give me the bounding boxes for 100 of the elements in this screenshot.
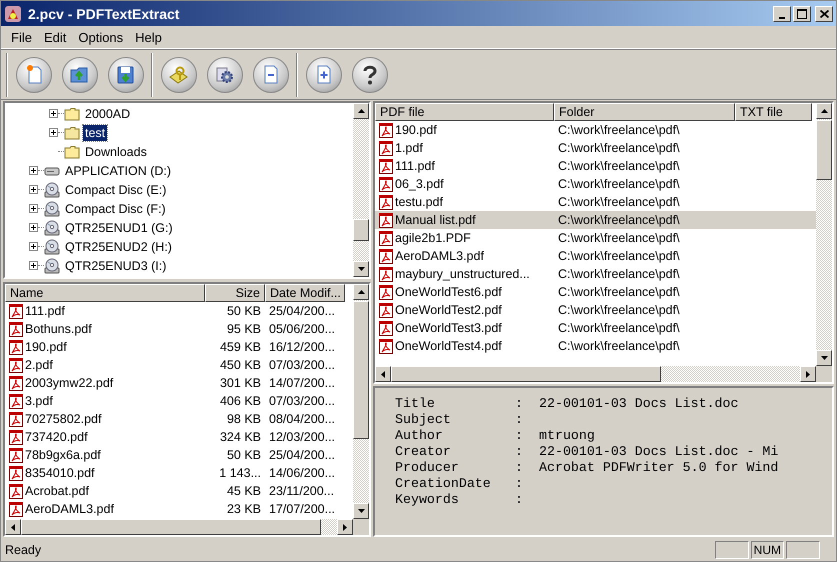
maximize-button[interactable] (793, 6, 811, 22)
open-button[interactable] (62, 56, 98, 92)
right-arrow-icon (806, 370, 810, 378)
expand-icon[interactable] (29, 261, 38, 270)
file-name[interactable]: Bothuns.pdf (25, 322, 92, 336)
column-header[interactable]: Size (205, 284, 265, 302)
file-name[interactable]: AeroDAML3.pdf (25, 502, 114, 516)
horizontal-scrollbar[interactable] (5, 519, 369, 535)
scroll-thumb[interactable] (353, 301, 369, 439)
file-name[interactable]: 190.pdf (25, 340, 67, 354)
pdf-file-icon (8, 393, 24, 409)
column-header[interactable]: Date Modif... (265, 284, 345, 302)
menu-item[interactable]: Options (72, 30, 130, 44)
file-name[interactable]: Acrobat.pdf (25, 484, 89, 498)
pdf-row[interactable]: 190.pdf C:\work\freelance\pdf\ (375, 121, 816, 139)
scroll-thumb[interactable] (391, 366, 661, 382)
scroll-down-button[interactable] (816, 350, 832, 366)
vertical-scrollbar[interactable] (353, 284, 369, 519)
tree-item[interactable]: test (83, 124, 108, 140)
scroll-thumb[interactable] (21, 519, 321, 535)
file-name[interactable]: 737420.pdf (25, 430, 88, 444)
help-button[interactable] (352, 56, 388, 92)
scroll-down-button[interactable] (353, 503, 369, 519)
expand-icon[interactable] (49, 109, 58, 118)
pdf-row[interactable]: AeroDAML3.pdf C:\work\freelance\pdf\ (375, 247, 816, 265)
scroll-thumb[interactable] (353, 219, 369, 241)
pdf-row[interactable]: OneWorldTest2.pdf C:\work\freelance\pdf\ (375, 301, 816, 319)
pdf-file-name: OneWorldTest6.pdf (395, 285, 502, 299)
pdf-row[interactable]: OneWorldTest3.pdf C:\work\freelance\pdf\ (375, 319, 816, 337)
save-button[interactable] (108, 56, 144, 92)
file-name[interactable]: 2003ymw22.pdf (25, 376, 114, 390)
scroll-up-button[interactable] (816, 103, 832, 119)
menu-item[interactable]: Help (129, 30, 168, 44)
colon-separator: : (515, 460, 524, 476)
left-arrow-icon (381, 370, 385, 378)
pdf-row[interactable]: agile2b1.PDF C:\work\freelance\pdf\ (375, 229, 816, 247)
hard-drive-icon (44, 164, 60, 176)
minimize-icon (779, 16, 785, 18)
column-header[interactable]: Name (5, 284, 205, 302)
file-name[interactable]: 78b9gx6a.pdf (25, 448, 101, 462)
expand-icon[interactable] (29, 223, 38, 232)
vertical-scrollbar[interactable] (353, 103, 369, 277)
tree-item[interactable]: QTR25ENUD1 (G:) (63, 220, 175, 236)
tree-item[interactable]: QTR25ENUD2 (H:) (63, 238, 174, 254)
colon-separator: : (515, 444, 524, 460)
menu-item[interactable]: File (5, 30, 38, 44)
pdf-row[interactable]: OneWorldTest4.pdf C:\work\freelance\pdf\ (375, 337, 816, 355)
scroll-left-button[interactable] (5, 519, 21, 535)
date-modified: 23/11/200... (269, 484, 334, 498)
tree-item[interactable]: 2000AD (83, 106, 132, 122)
expand-icon[interactable] (29, 185, 38, 194)
expand-icon[interactable] (29, 204, 38, 213)
extract-button[interactable] (161, 56, 197, 92)
expand-icon[interactable] (29, 242, 38, 251)
column-header[interactable]: Folder (554, 103, 735, 121)
file-name[interactable]: 3.pdf (25, 394, 53, 408)
colon-separator: : (515, 492, 524, 508)
column-header[interactable]: TXT file (735, 103, 812, 121)
scroll-down-button[interactable] (353, 261, 369, 277)
pdf-row[interactable]: 111.pdf C:\work\freelance\pdf\ (375, 157, 816, 175)
scroll-up-button[interactable] (353, 284, 369, 300)
tree-item[interactable]: Compact Disc (E:) (63, 182, 168, 198)
file-name[interactable]: 8354010.pdf (25, 466, 95, 480)
pdf-row[interactable]: 06_3.pdf C:\work\freelance\pdf\ (375, 175, 816, 193)
vertical-scrollbar[interactable] (816, 103, 832, 366)
file-name[interactable]: 111.pdf (25, 304, 65, 318)
expand-icon[interactable] (29, 166, 38, 175)
pdf-row[interactable]: 1.pdf C:\work\freelance\pdf\ (375, 139, 816, 157)
down-arrow-icon (358, 267, 364, 271)
tree-item[interactable]: QTR25ENUD3 (I:) (63, 258, 168, 274)
scroll-left-button[interactable] (375, 366, 391, 382)
remove-button[interactable] (253, 56, 289, 92)
date-modified: 25/04/200... (269, 304, 336, 318)
tree-item[interactable]: APPLICATION (D:) (63, 162, 174, 178)
expand-icon[interactable] (49, 128, 58, 137)
minimize-button[interactable] (773, 6, 791, 22)
pdf-file-icon (378, 266, 394, 282)
pdf-file-icon (378, 176, 394, 192)
file-name[interactable]: 70275802.pdf (25, 412, 102, 426)
add-button[interactable] (306, 56, 342, 92)
new-button[interactable] (16, 56, 52, 92)
pdf-row[interactable]: testu.pdf C:\work\freelance\pdf\ (375, 193, 816, 211)
settings-button[interactable] (207, 56, 243, 92)
pdf-row[interactable]: OneWorldTest6.pdf C:\work\freelance\pdf\ (375, 283, 816, 301)
pdf-row[interactable]: maybury_unstructured... C:\work\freelance\pdf\ (375, 265, 816, 283)
file-name[interactable]: 2.pdf (25, 358, 53, 372)
pdf-file-name: 190.pdf (395, 123, 437, 137)
scroll-up-button[interactable] (353, 103, 369, 119)
tree-item[interactable]: Downloads (83, 144, 149, 160)
menu-item[interactable]: Edit (38, 30, 72, 44)
scroll-right-button[interactable] (800, 366, 816, 382)
folder-path: C:\work\freelance\pdf\ (558, 213, 680, 227)
tree-item[interactable]: Compact Disc (F:) (63, 200, 168, 216)
pdf-file-icon (378, 212, 394, 228)
scroll-thumb[interactable] (816, 120, 832, 180)
column-header[interactable]: PDF file (375, 103, 554, 121)
scroll-right-button[interactable] (337, 519, 353, 535)
horizontal-scrollbar[interactable] (375, 366, 832, 382)
pdf-row[interactable]: Manual list.pdf C:\work\freelance\pdf\ (375, 211, 816, 229)
close-button[interactable] (815, 6, 833, 22)
